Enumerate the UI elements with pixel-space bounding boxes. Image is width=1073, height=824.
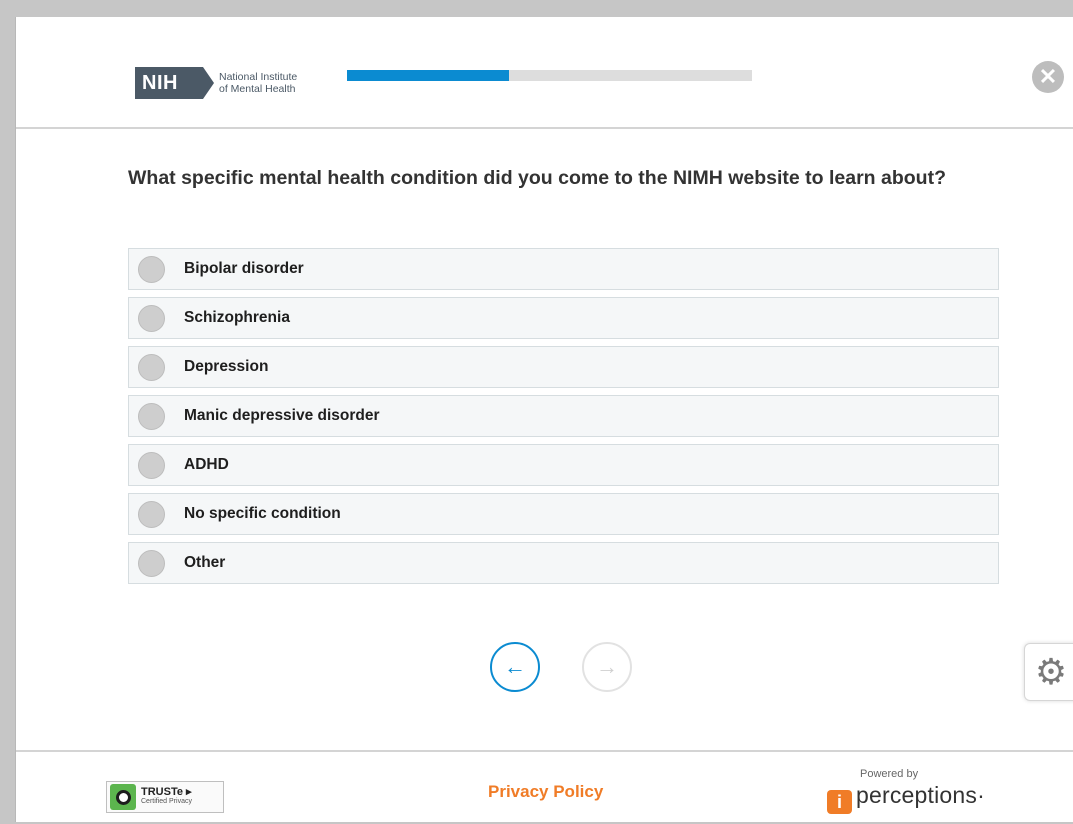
radio-button[interactable]	[138, 549, 165, 577]
next-arrow-button[interactable]: →	[582, 642, 632, 692]
powered-by-perceptions[interactable]: Powered by i perceptions·	[827, 768, 997, 816]
option-label: ADHD	[184, 456, 229, 473]
privacy-policy-link[interactable]: Privacy Policy	[488, 782, 603, 802]
survey-modal: NIH National Institute of Mental Health …	[15, 17, 1073, 822]
radio-button[interactable]	[138, 451, 165, 479]
option-schizophrenia[interactable]: Schizophrenia	[128, 297, 999, 339]
option-manic-depressive-disorder[interactable]: Manic depressive disorder	[128, 395, 999, 437]
option-depression[interactable]: Depression	[128, 346, 999, 388]
nih-logo-mark: NIH	[135, 67, 214, 99]
nimh-logo: NIH National Institute of Mental Health	[135, 61, 313, 105]
option-no-specific-condition[interactable]: No specific condition	[128, 493, 999, 535]
powered-by-label: Powered by	[860, 768, 919, 780]
radio-button[interactable]	[138, 402, 165, 430]
back-arrow-button[interactable]: ←	[490, 642, 540, 692]
option-bipolar-disorder[interactable]: Bipolar disorder	[128, 248, 999, 290]
truste-logo-icon	[110, 784, 136, 810]
survey-header: NIH National Institute of Mental Health …	[16, 17, 1073, 129]
truste-subtitle: Certified Privacy	[141, 798, 192, 805]
close-icon[interactable]: ✕	[1032, 61, 1064, 93]
gear-icon[interactable]: ⚙	[1024, 643, 1073, 701]
option-label: Bipolar disorder	[184, 260, 304, 277]
question-text: What specific mental health condition di…	[128, 167, 946, 189]
option-label: Other	[184, 554, 226, 571]
option-label: Depression	[184, 358, 269, 375]
logo-line-1: National Institute	[219, 71, 298, 83]
option-other[interactable]: Other	[128, 542, 999, 584]
logo-line-2: of Mental Health	[219, 83, 296, 95]
truste-title: TRUSTe ▸	[141, 786, 192, 798]
option-adhd[interactable]: ADHD	[128, 444, 999, 486]
survey-footer: TRUSTe ▸ Certified Privacy Privacy Polic…	[16, 750, 1073, 824]
option-label: Schizophrenia	[184, 309, 290, 326]
truste-text: TRUSTe ▸ Certified Privacy	[141, 787, 192, 807]
nimh-logo-text: National Institute of Mental Health	[219, 71, 297, 95]
option-label: Manic depressive disorder	[184, 407, 380, 424]
option-label: No specific condition	[184, 505, 341, 522]
radio-button[interactable]	[138, 353, 165, 381]
radio-button[interactable]	[138, 500, 165, 528]
answer-options: Bipolar disorder Schizophrenia Depressio…	[128, 248, 999, 591]
radio-button[interactable]	[138, 304, 165, 332]
perceptions-brand-name: perceptions·	[856, 782, 985, 808]
progress-fill	[347, 70, 509, 81]
perceptions-logo-icon: i	[827, 790, 852, 814]
truste-badge[interactable]: TRUSTe ▸ Certified Privacy	[106, 781, 224, 813]
survey-progress-bar	[347, 70, 752, 81]
radio-button[interactable]	[138, 255, 165, 283]
